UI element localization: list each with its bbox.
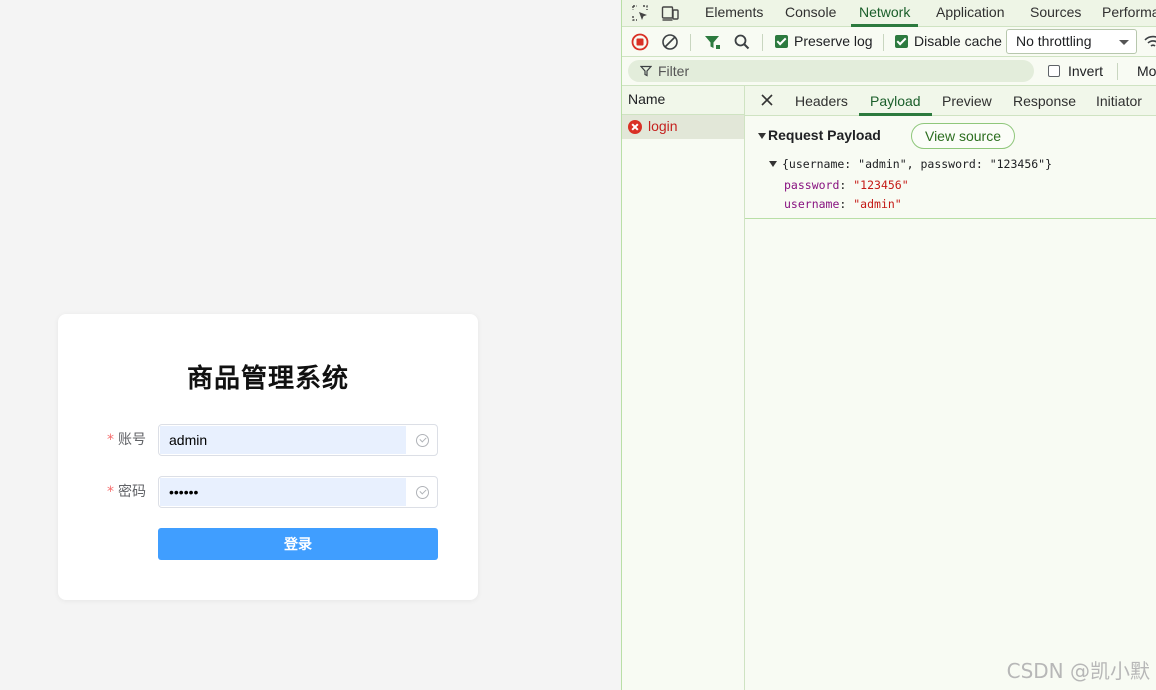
invert-label[interactable]: Invert [1068,63,1103,79]
required-mark: * [107,432,114,448]
toolbar-divider [690,34,691,51]
password-label-text: 密码 [118,484,146,500]
expand-triangle-icon[interactable] [758,133,766,139]
devtools-tab-bar: Elements Console Network Application Sou… [622,0,1156,27]
network-toolbar: Preserve log Disable cache No throttling [622,27,1156,57]
filter-funnel-icon[interactable] [702,32,722,52]
close-icon[interactable] [759,92,775,108]
property-value: "123456" [853,178,909,192]
name-column-header[interactable]: Name [622,86,744,115]
tab-console[interactable]: Console [785,0,836,27]
tab-initiator[interactable]: Initiator [1096,86,1142,116]
network-conditions-wifi-icon[interactable] [1143,32,1156,52]
request-payload-section: Request Payload View source {username: "… [745,116,1156,219]
request-row-login[interactable]: login [622,115,744,139]
tab-elements[interactable]: Elements [705,0,763,27]
password-label: * 密码 [98,476,146,508]
preserve-log-label[interactable]: Preserve log [794,33,873,49]
username-field [158,424,438,456]
detail-tab-bar: Headers Payload Preview Response Initiat… [745,86,1156,116]
filter-bar: Invert Mo [622,57,1156,86]
username-label-text: 账号 [118,432,146,448]
devtools-panel: Elements Console Network Application Sou… [621,0,1156,690]
request-detail: Headers Payload Preview Response Initiat… [745,86,1156,690]
stop-recording-icon[interactable] [630,32,650,52]
device-toolbar-icon[interactable] [661,4,679,22]
property-value: "admin" [853,197,902,211]
request-name: login [648,118,678,134]
tab-headers[interactable]: Headers [795,86,848,116]
property-key: username [784,197,840,211]
disable-cache-label[interactable]: Disable cache [914,33,1002,49]
request-list: Name login [622,86,745,690]
throttling-select[interactable]: No throttling [1006,29,1137,54]
payload-property: username: "admin" [784,197,902,211]
property-key: password [784,178,840,192]
tab-sources[interactable]: Sources [1030,0,1081,27]
password-row: * 密码 [58,476,478,508]
search-icon[interactable] [732,32,752,52]
check-circle-icon [416,486,429,499]
expand-triangle-icon[interactable] [769,161,777,167]
username-label: * 账号 [98,424,146,456]
password-input[interactable] [169,479,399,505]
tab-application[interactable]: Application [936,0,1005,27]
clear-icon[interactable] [660,32,680,52]
watermark: CSDN @凯小默 [1006,659,1150,683]
username-row: * 账号 [58,424,478,456]
check-circle-icon [416,434,429,447]
inspect-element-icon[interactable] [631,4,649,22]
view-source-button[interactable]: View source [911,123,1015,149]
filter-icon [640,65,652,77]
filter-input[interactable] [658,61,1018,81]
login-button[interactable]: 登录 [158,528,438,560]
chevron-down-icon [1119,40,1129,45]
tab-performance[interactable]: Performa [1102,0,1156,27]
preserve-log-checkbox[interactable] [775,35,788,48]
request-payload-title[interactable]: Request Payload [768,127,881,143]
toolbar-divider [1117,63,1118,80]
password-field [158,476,438,508]
toolbar-divider [883,34,884,51]
payload-property: password: "123456" [784,178,909,192]
required-mark: * [107,484,114,500]
tab-response[interactable]: Response [1013,86,1076,116]
invert-checkbox[interactable] [1048,65,1060,77]
disable-cache-checkbox[interactable] [895,35,908,48]
throttling-value: No throttling [1016,33,1092,49]
toolbar-divider [762,34,763,51]
tab-network[interactable]: Network [850,0,919,27]
tab-payload[interactable]: Payload [859,86,932,116]
login-card: 商品管理系统 *账号 *密码 登录 [58,314,478,600]
payload-object-summary[interactable]: {username: "admin", password: "123456"} [782,157,1052,171]
tab-preview[interactable]: Preview [942,86,992,116]
error-icon [628,120,642,134]
login-page: 商品管理系统 *账号 *密码 登录 [0,0,621,690]
login-title: 商品管理系统 [186,364,349,394]
filter-box [628,60,1034,82]
username-input[interactable] [169,427,399,453]
more-filters-label[interactable]: Mo [1137,63,1156,79]
